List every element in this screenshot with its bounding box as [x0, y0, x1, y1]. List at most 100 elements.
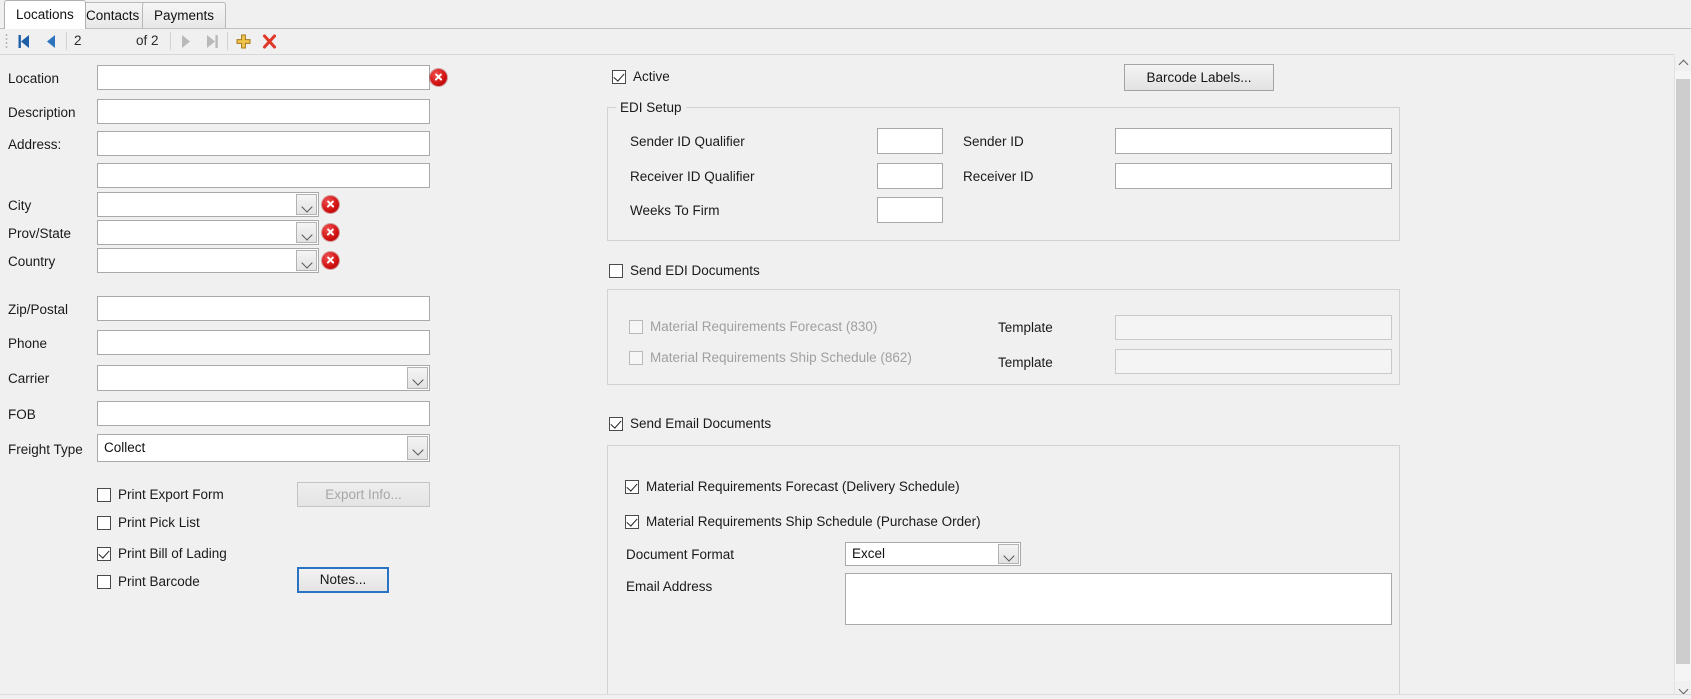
edi-ship-schedule-template-label: Template: [998, 355, 1053, 370]
address-line2-input[interactable]: [97, 163, 430, 188]
print-bill-of-lading-label: Print Bill of Lading: [118, 546, 227, 561]
email-ship-schedule-purchase-order-label: Material Requirements Ship Schedule (Pur…: [646, 514, 981, 529]
address-label: Address:: [8, 137, 62, 152]
city-combobox[interactable]: [97, 192, 319, 217]
record-navigator-toolbar: 2 of 2: [0, 29, 1691, 54]
prov-state-label: Prov/State: [8, 226, 72, 241]
edi-ship-schedule-862-label: Material Requirements Ship Schedule (862…: [650, 350, 912, 365]
email-forecast-delivery-schedule-box: [625, 480, 639, 494]
tab-payments[interactable]: Payments: [142, 2, 227, 28]
city-label: City: [8, 198, 32, 213]
document-format-combobox[interactable]: Excel: [845, 542, 1021, 566]
scroll-up-arrow-icon[interactable]: [1675, 54, 1691, 71]
phone-label: Phone: [8, 336, 48, 351]
prov-state-combobox[interactable]: [97, 220, 319, 245]
phone-input[interactable]: [97, 330, 430, 355]
city-error-icon[interactable]: [322, 196, 339, 213]
next-record-button[interactable]: [175, 31, 196, 52]
document-format-label: Document Format: [626, 547, 735, 562]
tab-locations[interactable]: Locations: [4, 0, 86, 29]
fob-input[interactable]: [97, 401, 430, 426]
current-page-display[interactable]: 2: [74, 31, 134, 51]
add-record-icon: [236, 34, 251, 49]
freight-type-dropdown-arrow-icon[interactable]: [407, 436, 428, 460]
toolbar-separator-1: [66, 32, 67, 50]
vertical-scrollbar[interactable]: [1674, 54, 1691, 698]
email-address-input[interactable]: [845, 573, 1392, 625]
toolbar-separator-2: [170, 32, 171, 50]
freight-type-label: Freight Type: [8, 442, 83, 457]
carrier-combobox[interactable]: [97, 365, 430, 391]
print-bill-of-lading-box: [97, 547, 111, 561]
locations-form-panel: Location Description Address: City Prov/…: [0, 54, 1691, 698]
location-input[interactable]: [97, 65, 430, 90]
country-label: Country: [8, 254, 56, 269]
print-export-form-box: [97, 488, 111, 502]
sender-id-label: Sender ID: [963, 134, 1024, 149]
edi-forecast-template-input[interactable]: [1115, 315, 1392, 340]
email-address-label: Email Address: [626, 579, 713, 594]
prov-state-error-icon[interactable]: [322, 224, 339, 241]
previous-record-button[interactable]: [41, 31, 62, 52]
freight-type-value: Collect: [104, 440, 146, 455]
receiver-id-qualifier-input[interactable]: [877, 163, 943, 189]
print-pick-list-box: [97, 516, 111, 530]
scrollbar-thumb[interactable]: [1676, 79, 1690, 664]
freight-type-combobox[interactable]: Collect: [97, 434, 430, 462]
last-record-button[interactable]: [201, 31, 222, 52]
address-line1-input[interactable]: [97, 131, 430, 156]
delete-record-icon: [262, 34, 277, 49]
carrier-dropdown-arrow-icon[interactable]: [407, 367, 428, 389]
edi-ship-schedule-862-box: [629, 351, 643, 365]
country-dropdown-arrow-icon[interactable]: [296, 250, 317, 271]
last-record-icon: [207, 35, 218, 48]
country-combobox[interactable]: [97, 248, 319, 273]
next-record-icon: [182, 35, 190, 48]
description-input[interactable]: [97, 99, 430, 124]
city-dropdown-arrow-icon[interactable]: [296, 194, 317, 215]
previous-record-icon: [47, 35, 55, 48]
active-box: [612, 70, 626, 84]
location-maintenance-window: Locations Contacts Payments 2 of 2 Locat…: [0, 0, 1691, 699]
delete-record-button[interactable]: [259, 31, 280, 52]
receiver-id-input[interactable]: [1115, 163, 1392, 189]
edi-ship-schedule-template-input[interactable]: [1115, 349, 1392, 374]
receiver-id-label: Receiver ID: [963, 169, 1034, 184]
email-ship-schedule-purchase-order-box: [625, 515, 639, 529]
add-record-button[interactable]: [233, 31, 254, 52]
fob-label: FOB: [8, 407, 36, 422]
location-error-icon[interactable]: [430, 69, 447, 86]
receiver-id-qualifier-label: Receiver ID Qualifier: [630, 169, 755, 184]
edi-forecast-830-label: Material Requirements Forecast (830): [650, 319, 878, 334]
edi-setup-group-title: EDI Setup: [616, 101, 686, 115]
sender-id-input[interactable]: [1115, 128, 1392, 154]
window-bottom-edge: [0, 694, 1691, 699]
sender-id-qualifier-input[interactable]: [877, 128, 943, 154]
print-barcode-box: [97, 575, 111, 589]
print-export-form-label: Print Export Form: [118, 487, 224, 502]
send-edi-documents-box: [609, 264, 623, 278]
notes-button[interactable]: Notes...: [297, 567, 389, 593]
toolbar-grip[interactable]: [5, 33, 8, 49]
email-forecast-delivery-schedule-label: Material Requirements Forecast (Delivery…: [646, 479, 960, 494]
sender-id-qualifier-label: Sender ID Qualifier: [630, 134, 745, 149]
document-format-value: Excel: [852, 546, 886, 561]
export-info-button[interactable]: Export Info...: [297, 482, 430, 507]
weeks-to-firm-label: Weeks To Firm: [630, 203, 720, 218]
weeks-to-firm-input[interactable]: [877, 197, 943, 223]
edi-forecast-830-box: [629, 320, 643, 334]
document-format-dropdown-arrow-icon[interactable]: [998, 544, 1019, 564]
tab-strip: Locations Contacts Payments: [0, 0, 1691, 29]
barcode-labels-button[interactable]: Barcode Labels...: [1124, 64, 1274, 91]
send-email-documents-label: Send Email Documents: [630, 416, 772, 431]
print-pick-list-label: Print Pick List: [118, 515, 200, 530]
first-record-button[interactable]: [14, 31, 35, 52]
edi-forecast-template-label: Template: [998, 320, 1053, 335]
country-error-icon[interactable]: [322, 252, 339, 269]
toolbar-separator-3: [227, 32, 228, 50]
active-label: Active: [633, 69, 670, 84]
first-record-icon: [18, 35, 29, 48]
zip-postal-input[interactable]: [97, 296, 430, 321]
prov-state-dropdown-arrow-icon[interactable]: [296, 222, 317, 243]
send-email-documents-box: [609, 417, 623, 431]
